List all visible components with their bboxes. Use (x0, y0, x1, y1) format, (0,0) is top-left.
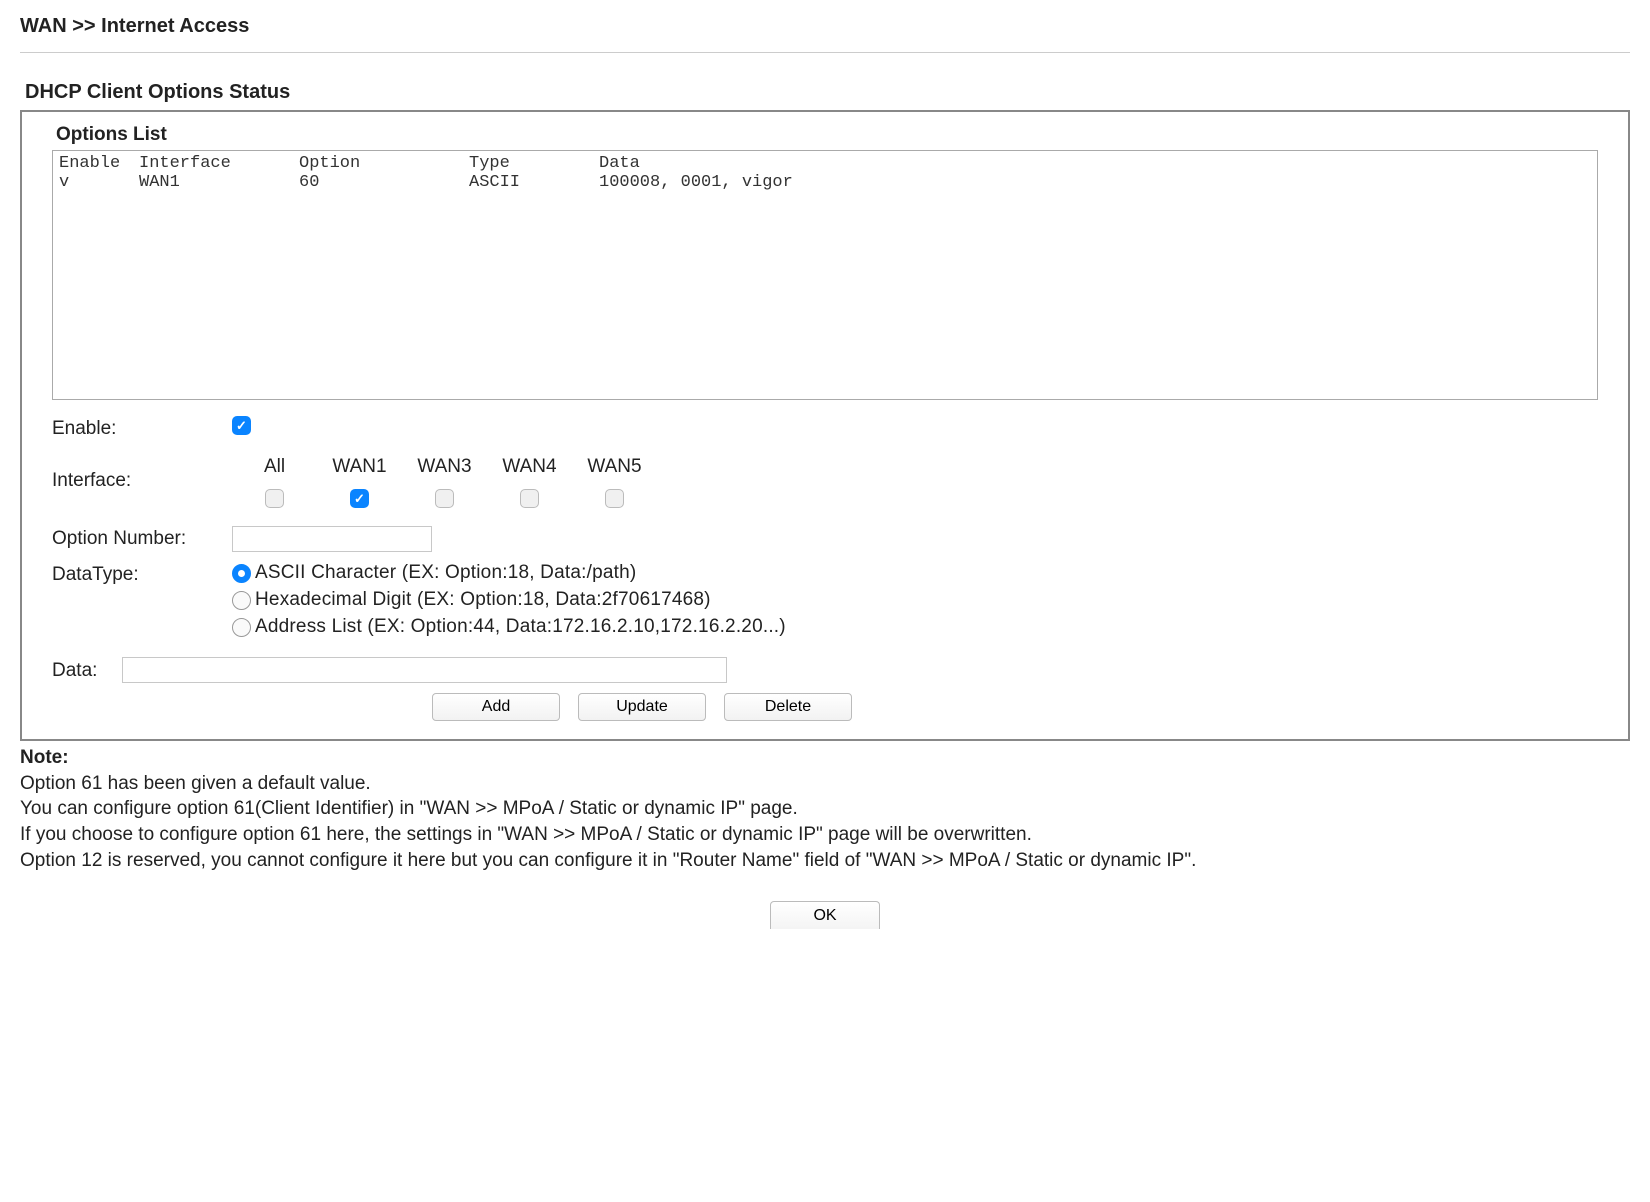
datatype-label: DataType: (52, 562, 232, 586)
ok-row: OK (20, 901, 1630, 929)
options-list-table: Enable Interface Option Type Data v WAN1… (52, 150, 1598, 400)
table-header-row: Enable Interface Option Type Data (59, 154, 1591, 173)
row-interface: Interface: All WAN1 WAN3 WAN4 (52, 456, 1598, 510)
radio-ascii[interactable] (232, 564, 251, 583)
action-button-row: Add Update Delete (432, 693, 1598, 721)
breadcrumb: WAN >> Internet Access (20, 10, 1630, 48)
interface-checkbox-wan5[interactable] (605, 489, 624, 508)
cell-type: ASCII (469, 173, 599, 192)
note-line: Option 12 is reserved, you cannot config… (20, 848, 1630, 874)
radio-label-address: Address List (EX: Option:44, Data:172.16… (255, 616, 786, 638)
interface-label-wan4: WAN4 (487, 456, 572, 478)
update-button[interactable]: Update (578, 693, 706, 721)
row-option-number: Option Number: (52, 526, 1598, 552)
row-enable: Enable: (52, 416, 1598, 440)
add-button[interactable]: Add (432, 693, 560, 721)
enable-label: Enable: (52, 416, 232, 440)
section-title: DHCP Client Options Status (20, 81, 1630, 104)
options-list-title: Options List (56, 124, 1598, 146)
ok-button[interactable]: OK (770, 901, 880, 929)
form-area: Enable: Interface: All WAN1 WAN3 (52, 416, 1598, 721)
option-number-input[interactable] (232, 526, 432, 552)
option-number-label: Option Number: (52, 526, 232, 550)
col-header-data: Data (599, 154, 1591, 173)
interface-col-all: All (232, 456, 317, 510)
note-title: Note: (20, 745, 1630, 771)
note-line: If you choose to configure option 61 her… (20, 822, 1630, 848)
data-label: Data: (52, 658, 122, 682)
row-datatype: DataType: ASCII Character (EX: Option:18… (52, 562, 1598, 641)
interface-checkbox-all[interactable] (265, 489, 284, 508)
interface-col-wan1: WAN1 (317, 456, 402, 510)
enable-checkbox[interactable] (232, 416, 251, 435)
interface-checkbox-wan3[interactable] (435, 489, 454, 508)
datatype-option-hex[interactable]: Hexadecimal Digit (EX: Option:18, Data:2… (232, 589, 786, 611)
interface-label-all: All (232, 456, 317, 478)
datatype-radio-group: ASCII Character (EX: Option:18, Data:/pa… (232, 562, 786, 641)
note-section: Note: Option 61 has been given a default… (20, 745, 1630, 873)
interface-col-wan4: WAN4 (487, 456, 572, 510)
table-row[interactable]: v WAN1 60 ASCII 100008, 0001, vigor (59, 173, 1591, 192)
col-header-enable: Enable (59, 154, 139, 173)
datatype-option-address[interactable]: Address List (EX: Option:44, Data:172.16… (232, 616, 786, 638)
divider (20, 52, 1630, 53)
interface-checkbox-wan1[interactable] (350, 489, 369, 508)
col-header-option: Option (299, 154, 469, 173)
cell-data: 100008, 0001, vigor (599, 173, 1591, 192)
datatype-option-ascii[interactable]: ASCII Character (EX: Option:18, Data:/pa… (232, 562, 786, 584)
radio-label-ascii: ASCII Character (EX: Option:18, Data:/pa… (255, 562, 636, 584)
col-header-type: Type (469, 154, 599, 173)
interface-label-wan3: WAN3 (402, 456, 487, 478)
interface-label-wan5: WAN5 (572, 456, 657, 478)
cell-interface: WAN1 (139, 173, 299, 192)
radio-hex[interactable] (232, 591, 251, 610)
cell-enable: v (59, 173, 139, 192)
radio-address[interactable] (232, 618, 251, 637)
cell-option: 60 (299, 173, 469, 192)
interface-checkbox-group: All WAN1 WAN3 WAN4 WAN5 (232, 456, 657, 510)
interface-label-wan1: WAN1 (317, 456, 402, 478)
config-panel: Options List Enable Interface Option Typ… (20, 110, 1630, 741)
data-input[interactable] (122, 657, 727, 683)
note-line: Option 61 has been given a default value… (20, 771, 1630, 797)
row-data: Data: (52, 657, 1598, 683)
col-header-interface: Interface (139, 154, 299, 173)
interface-label: Interface: (52, 456, 232, 492)
delete-button[interactable]: Delete (724, 693, 852, 721)
note-line: You can configure option 61(Client Ident… (20, 796, 1630, 822)
radio-label-hex: Hexadecimal Digit (EX: Option:18, Data:2… (255, 589, 711, 611)
interface-col-wan3: WAN3 (402, 456, 487, 510)
interface-checkbox-wan4[interactable] (520, 489, 539, 508)
interface-col-wan5: WAN5 (572, 456, 657, 510)
